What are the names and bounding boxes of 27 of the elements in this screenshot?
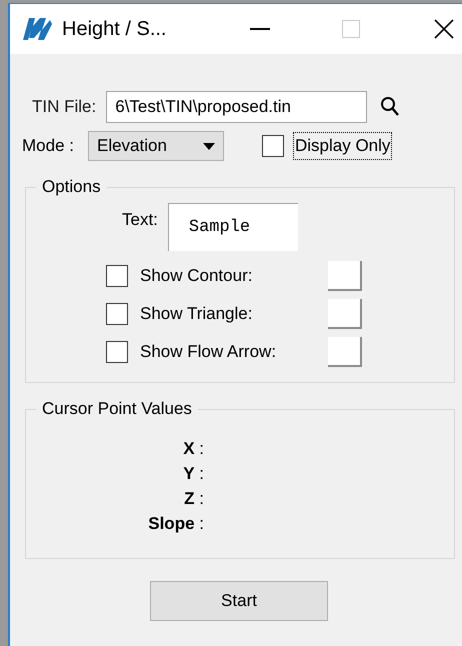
app-logo-icon	[20, 16, 54, 42]
option-label: Show Triangle:	[140, 303, 254, 326]
search-icon[interactable]	[380, 96, 400, 118]
option-label: Show Contour:	[140, 265, 254, 288]
checkbox[interactable]	[106, 341, 128, 363]
coordinate-label: X :	[183, 438, 204, 460]
tin-file-label: TIN File:	[32, 96, 96, 118]
dropdown-arrow-icon	[202, 142, 215, 150]
tin-file-field[interactable]: 6\Test\TIN\proposed.tin	[106, 91, 368, 123]
window-title: Height / S...	[62, 17, 168, 42]
checkbox[interactable]	[106, 265, 128, 287]
coordinate-label: Slope :	[148, 513, 204, 535]
color-swatch-button[interactable]	[328, 337, 362, 367]
option-label: Show Flow Arrow:	[140, 341, 278, 364]
close-icon[interactable]	[434, 19, 454, 39]
color-swatch-button[interactable]	[328, 261, 362, 291]
mode-dropdown[interactable]: Elevation	[88, 131, 224, 161]
coordinate-label: Z :	[184, 488, 204, 510]
checkbox[interactable]	[106, 303, 128, 325]
start-button[interactable]: Start	[150, 581, 328, 621]
coordinate-label: Y :	[183, 463, 204, 485]
checkbox[interactable]	[262, 135, 284, 157]
color-swatch-button[interactable]	[328, 299, 362, 329]
display-only-label[interactable]: Display Only	[292, 132, 392, 160]
text-field[interactable]: Sample	[168, 203, 298, 251]
mode-label: Mode :	[22, 135, 74, 158]
text-label: Text:	[122, 209, 158, 231]
